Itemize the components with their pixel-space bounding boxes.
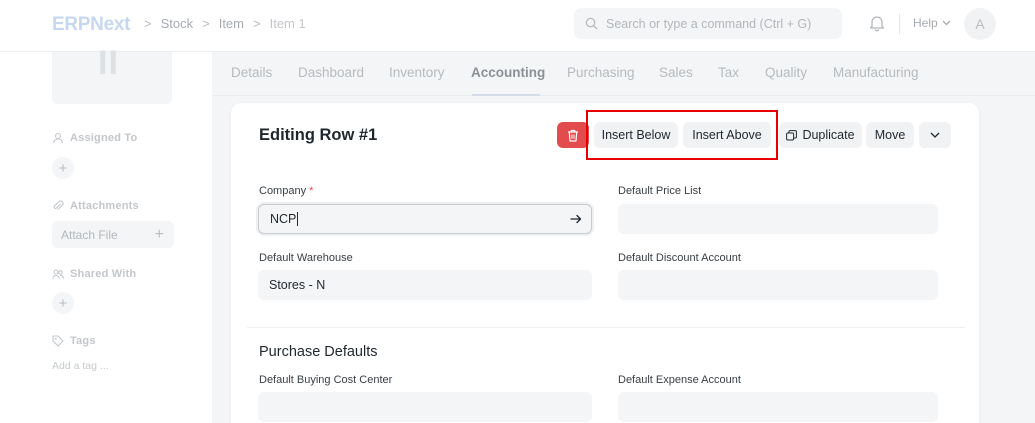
item-image[interactable]: II: [52, 44, 172, 104]
assigned-to-label: Assigned To: [52, 132, 137, 144]
active-tab-indicator: [472, 94, 540, 96]
duplicate-button[interactable]: Duplicate: [779, 122, 862, 148]
item-image-initials: II: [98, 44, 119, 82]
default-warehouse-field[interactable]: Stores - N: [258, 270, 592, 300]
share-icon: [52, 269, 64, 279]
default-warehouse-label: Default Warehouse: [259, 252, 353, 264]
add-tag-link[interactable]: Add a tag ...: [52, 360, 109, 372]
highlight-box: [586, 110, 778, 160]
plus-icon: +: [58, 159, 68, 177]
add-assignment-button[interactable]: +: [52, 157, 74, 179]
arrow-right-icon[interactable]: [570, 214, 582, 224]
plus-icon: +: [58, 294, 68, 312]
tab-accounting[interactable]: Accounting: [471, 65, 545, 80]
tags-text: Tags: [70, 335, 96, 347]
duplicate-icon: [786, 129, 798, 140]
company-label: Company *: [259, 185, 313, 197]
breadcrumb-stock[interactable]: Stock: [161, 16, 194, 31]
attachments-text: Attachments: [70, 200, 139, 212]
default-discount-account-field[interactable]: [618, 270, 938, 300]
assigned-to-text: Assigned To: [70, 132, 138, 144]
default-discount-account-label: Default Discount Account: [618, 252, 741, 264]
move-button[interactable]: Move: [866, 122, 914, 148]
navbar: ERPNext > Stock > Item > Item 1 Help A: [0, 0, 1035, 52]
tab-purchasing[interactable]: Purchasing: [567, 65, 635, 80]
app-logo[interactable]: ERPNext: [52, 14, 130, 36]
default-price-list-field[interactable]: [618, 204, 938, 234]
expense-account-label: Default Expense Account: [618, 374, 741, 386]
navbar-divider: [899, 14, 900, 34]
breadcrumb-separator: >: [202, 16, 210, 31]
tag-icon: [52, 335, 64, 347]
form-sidebar: II Assigned To + Attachments Attach File…: [0, 44, 212, 423]
tab-inventory[interactable]: Inventory: [389, 65, 445, 80]
search-icon: [585, 17, 598, 30]
avatar[interactable]: A: [964, 8, 996, 40]
attach-file-label: Attach File: [61, 227, 118, 242]
add-share-button[interactable]: +: [52, 292, 74, 314]
user-icon: [52, 132, 64, 144]
paperclip-icon: [53, 200, 64, 211]
buying-cost-center-field[interactable]: [258, 392, 592, 422]
tags-label: Tags: [52, 335, 96, 347]
company-label-text: Company: [259, 185, 307, 197]
attachments-label: Attachments: [52, 200, 139, 212]
attach-file-button[interactable]: Attach File +: [52, 221, 174, 248]
breadcrumb: > Stock > Item > Item 1: [135, 16, 306, 31]
tab-dashboard[interactable]: Dashboard: [298, 65, 364, 80]
row-menu-button[interactable]: [919, 122, 951, 148]
shared-with-text: Shared With: [70, 268, 137, 280]
search-input[interactable]: [606, 16, 836, 31]
help-dropdown[interactable]: Help: [913, 16, 951, 30]
breadcrumb-separator: >: [144, 16, 152, 31]
delete-row-button[interactable]: [557, 122, 589, 148]
tab-quality[interactable]: Quality: [765, 65, 807, 80]
default-price-list-label: Default Price List: [618, 185, 702, 197]
help-label: Help: [913, 16, 938, 30]
tab-details[interactable]: Details: [231, 65, 272, 80]
tab-sales[interactable]: Sales: [659, 65, 693, 80]
tab-manufacturing[interactable]: Manufacturing: [833, 65, 919, 80]
company-value-text: NCP: [270, 211, 297, 226]
expense-account-field[interactable]: [618, 392, 938, 422]
shared-with-label: Shared With: [52, 268, 136, 280]
bell-icon[interactable]: [869, 14, 885, 32]
avatar-initial: A: [975, 16, 985, 32]
section-divider: [247, 327, 965, 328]
company-value: NCP: [270, 211, 299, 227]
breadcrumb-item[interactable]: Item: [219, 16, 244, 31]
grid-row-form: Editing Row #1 Insert Below Insert Above…: [231, 103, 979, 423]
trash-icon: [568, 129, 578, 142]
form-tabs: Details Dashboard Inventory Accounting P…: [213, 52, 1035, 96]
chevron-down-icon: [942, 20, 951, 26]
tab-tax[interactable]: Tax: [718, 65, 739, 80]
purchase-defaults-heading: Purchase Defaults: [259, 344, 378, 360]
duplicate-label: Duplicate: [802, 128, 855, 142]
text-cursor: [297, 212, 299, 227]
awesomebar[interactable]: [574, 8, 842, 39]
breadcrumb-current: Item 1: [269, 16, 306, 31]
chevron-down-icon: [930, 132, 940, 138]
required-mark: *: [309, 185, 314, 197]
buying-cost-center-label: Default Buying Cost Center: [259, 374, 393, 386]
company-field[interactable]: NCP: [258, 204, 592, 234]
breadcrumb-separator: >: [253, 16, 261, 31]
row-title: Editing Row #1: [259, 126, 378, 144]
plus-icon: +: [154, 225, 164, 243]
